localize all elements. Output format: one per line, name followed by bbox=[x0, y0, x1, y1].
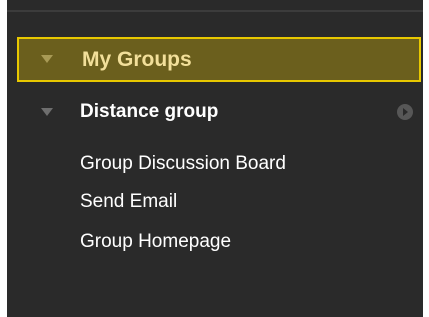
group-discussion-board-link[interactable]: Group Discussion Board bbox=[80, 152, 286, 176]
my-groups-panel: My Groups Distance group Group Discussio… bbox=[7, 0, 423, 317]
caret-down-icon bbox=[41, 55, 53, 63]
send-email-link[interactable]: Send Email bbox=[80, 190, 177, 214]
my-groups-header[interactable]: My Groups bbox=[17, 37, 421, 82]
group-homepage-link[interactable]: Group Homepage bbox=[80, 230, 231, 254]
arrow-right-circle-icon[interactable] bbox=[397, 104, 413, 120]
top-divider bbox=[7, 10, 423, 12]
caret-down-icon bbox=[41, 108, 53, 116]
my-groups-label: My Groups bbox=[82, 48, 192, 71]
group-name: Distance group bbox=[80, 101, 219, 122]
group-item-distance-group[interactable]: Distance group bbox=[17, 94, 421, 130]
